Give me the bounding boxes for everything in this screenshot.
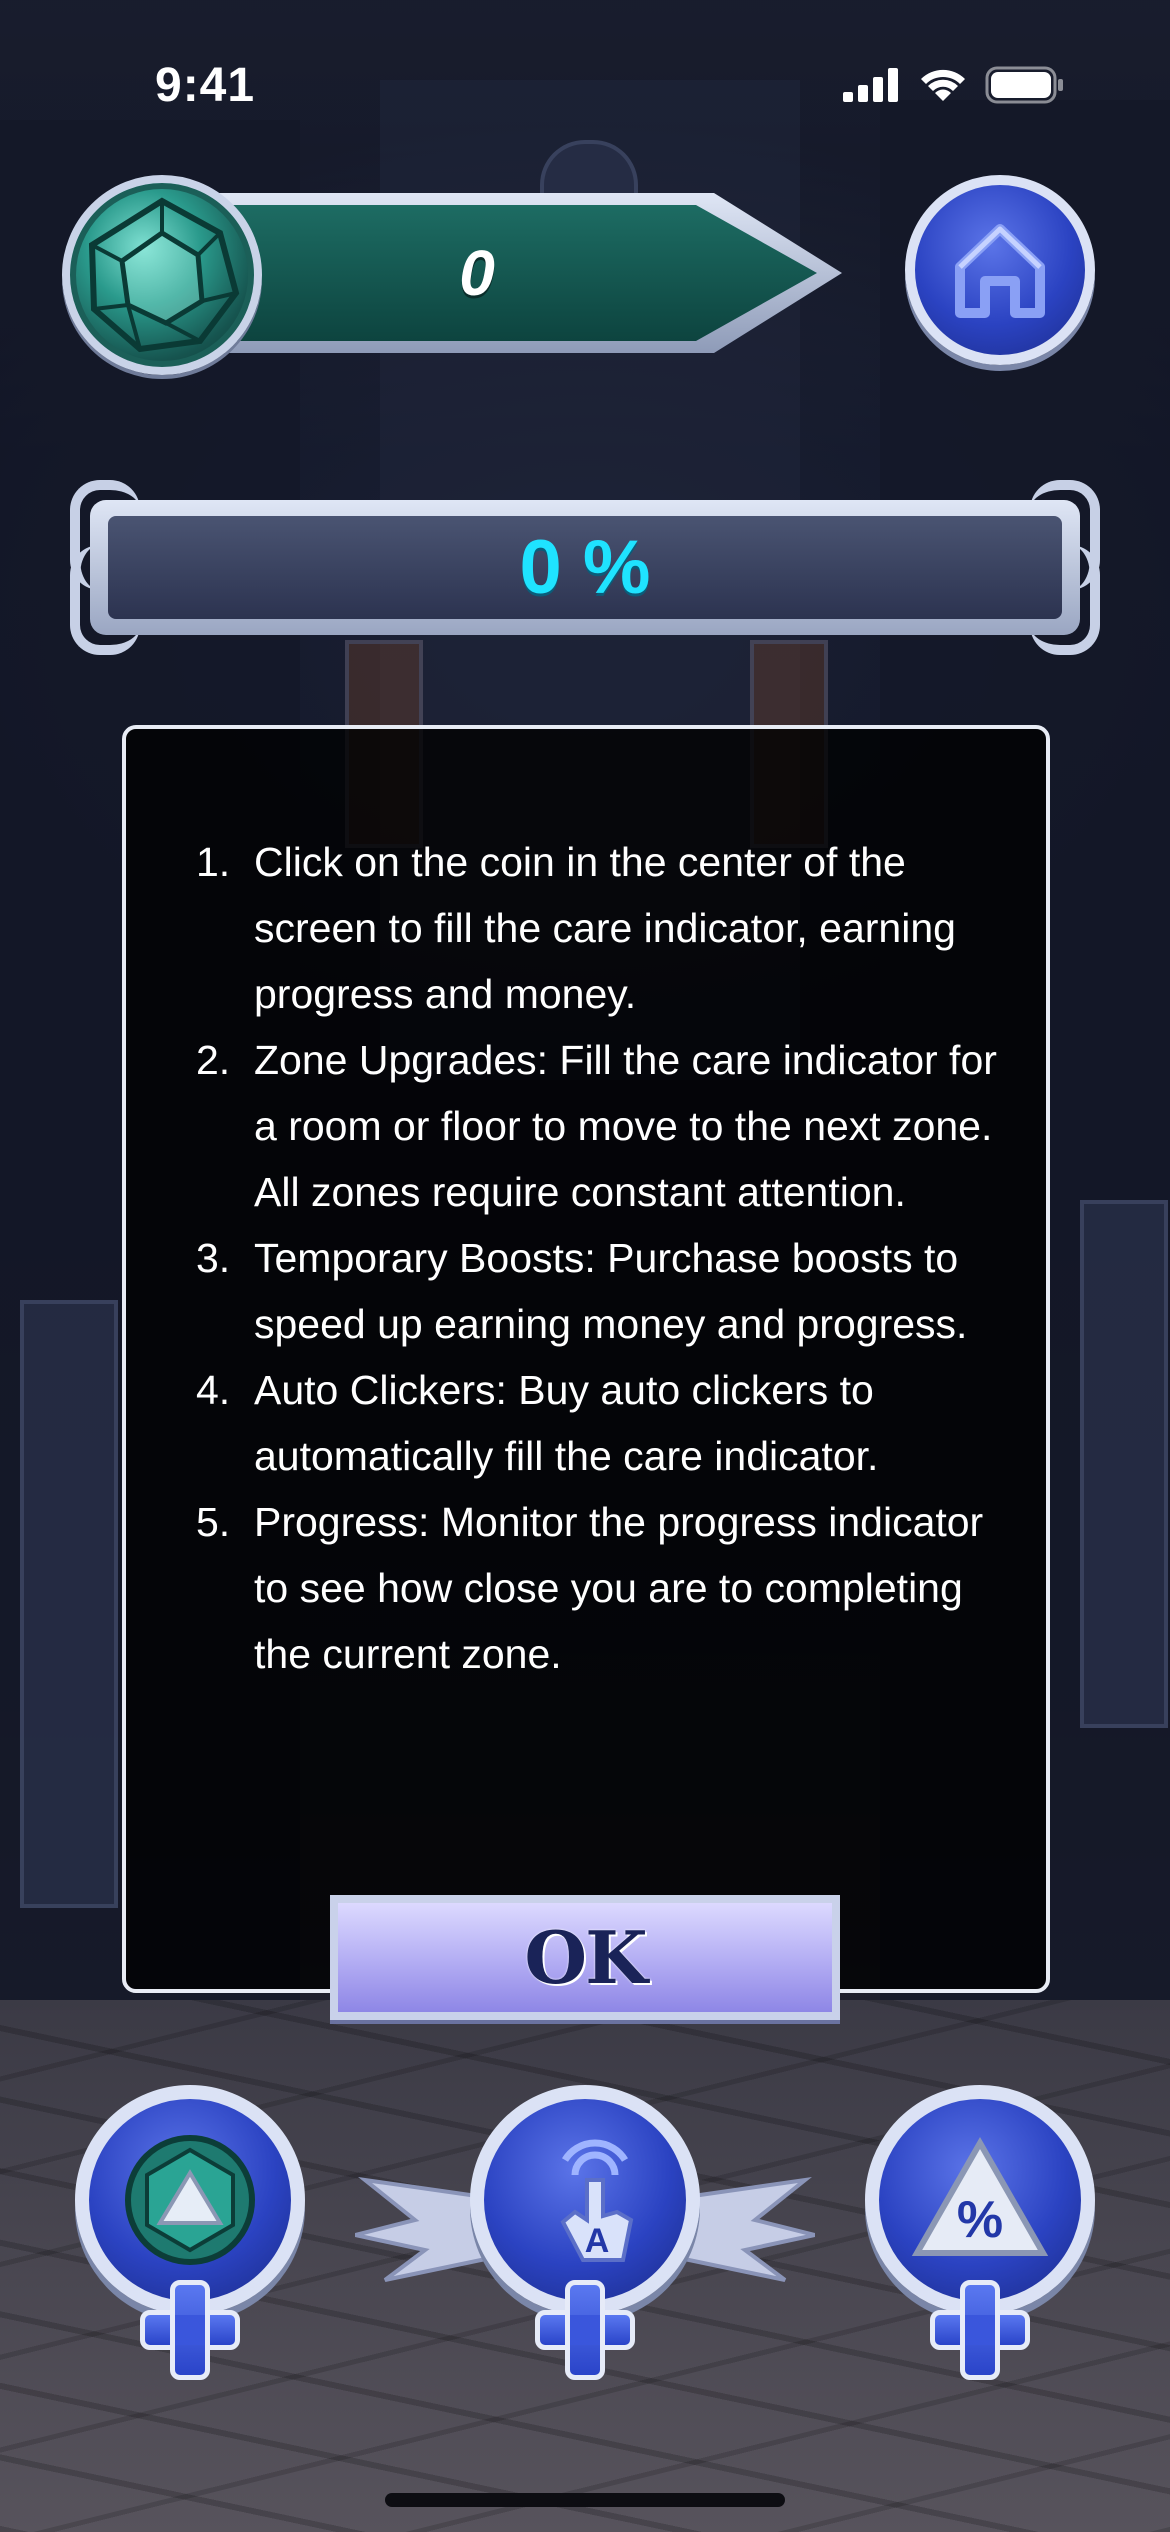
coin-count: 0 <box>459 237 495 309</box>
auto-clicker-icon: A <box>560 2139 634 2262</box>
status-bar: 9:41 <box>0 0 1170 150</box>
list-item: 4. Auto Clickers: Buy auto clickers to au… <box>196 1357 1016 1489</box>
auto-clicker-letter: A <box>585 2222 610 2260</box>
ok-button[interactable]: OK <box>330 1895 840 2020</box>
ok-button-label: OK <box>524 1915 647 2000</box>
list-item-text: Click on the coin in the center of the s… <box>254 839 956 1017</box>
coin-upgrade-icon <box>125 2135 255 2265</box>
percent-boost-icon: % <box>911 2136 1049 2256</box>
coin-upgrade-shop-button[interactable] <box>75 2085 305 2385</box>
coin-upgrade-plus-icon[interactable] <box>140 2280 240 2380</box>
list-item-text: Auto Clickers: Buy auto clickers to auto… <box>254 1367 879 1479</box>
battery-icon <box>985 66 1063 104</box>
list-item-number: 4. <box>196 1367 231 1413</box>
wifi-icon <box>921 69 965 101</box>
list-item-number: 2. <box>196 1037 231 1083</box>
list-item: 5. Progress: Monitor the progress indicat… <box>196 1489 1016 1687</box>
plus-center <box>175 2315 205 2345</box>
list-item: 3. Temporary Boosts: Purchase boosts to s… <box>196 1225 1016 1357</box>
list-item-number: 1. <box>196 839 231 885</box>
gem-coin-icon <box>62 175 262 375</box>
background-window <box>1080 1200 1168 1728</box>
home-icon <box>955 224 1045 318</box>
list-item-number: 5. <box>196 1499 231 1545</box>
home-button[interactable] <box>905 175 1095 365</box>
progress-indicator: 0 % <box>70 480 1100 655</box>
coin-balance-banner: 0 <box>62 175 852 375</box>
list-item-text: Temporary Boosts: Purchase boosts to spe… <box>254 1235 968 1347</box>
list-item: 2. Zone Upgrades: Fill the care indicator… <box>196 1027 1016 1225</box>
cellular-signal-icon <box>843 68 898 102</box>
list-item-text: Zone Upgrades: Fill the care indicator f… <box>254 1037 997 1215</box>
list-item-number: 3. <box>196 1235 231 1281</box>
auto-clicker-shop-button[interactable]: A <box>470 2085 700 2385</box>
status-time: 9:41 <box>155 59 256 112</box>
home-indicator[interactable] <box>385 2493 785 2507</box>
background-window <box>20 1300 118 1908</box>
instructions-list: 1. Click on the coin in the center of the… <box>196 829 1016 1687</box>
list-item-text: Progress: Monitor the progress indicator… <box>254 1499 984 1677</box>
plus-center <box>570 2315 600 2345</box>
auto-clicker-plus-icon[interactable] <box>535 2280 635 2380</box>
instructions-dialog: 1. Click on the coin in the center of the… <box>122 725 1050 1993</box>
percent-boost-label: % <box>957 2191 1003 2249</box>
progress-percent: 0 % <box>519 525 651 610</box>
status-icons <box>843 66 1065 104</box>
percent-boost-plus-icon[interactable] <box>930 2280 1030 2380</box>
percent-boost-shop-button[interactable]: % <box>865 2085 1095 2385</box>
plus-center <box>965 2315 995 2345</box>
list-item: 1. Click on the coin in the center of the… <box>196 829 1016 1027</box>
